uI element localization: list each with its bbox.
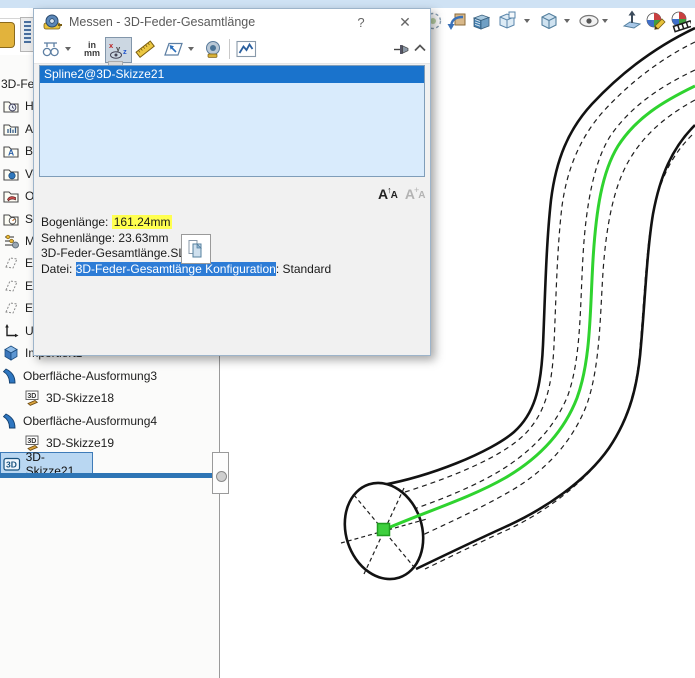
measure-tape-icon: [43, 13, 62, 31]
pin-icon: [393, 43, 410, 56]
material-icon: [3, 233, 19, 249]
units-precision-button[interactable]: inmm: [80, 37, 104, 61]
svg-text:z: z: [123, 47, 127, 56]
caliper-icon: [40, 39, 62, 59]
surface-loft-icon: [3, 413, 17, 429]
projected-on-button[interactable]: [162, 37, 186, 61]
solid-bodies-folder-icon: [3, 166, 19, 182]
font-size-buttons: A↑A A+A: [378, 186, 425, 201]
copy-icon: [187, 239, 205, 259]
history-folder-icon: [3, 98, 19, 114]
close-button[interactable]: ✕: [396, 13, 414, 31]
xyz-icon: xyz: [108, 41, 130, 60]
imported-body-icon: [3, 345, 19, 361]
tree-item-surface-loft3[interactable]: Oberfläche-Ausformung3: [3, 367, 157, 384]
projection-plane-icon: [163, 40, 185, 59]
tree-item-3d-sketch21-selected[interactable]: 3D 3D-Skizze21: [0, 452, 93, 475]
sensors-folder-icon: [3, 211, 19, 227]
rollback-handle[interactable]: [216, 471, 227, 482]
create-sensor-button[interactable]: [234, 37, 258, 61]
units-icon: inmm: [84, 41, 100, 57]
measure-toolbar: inmm xyz: [34, 35, 430, 64]
dialog-title: Messen - 3D-Feder-Gesamtlänge: [69, 15, 255, 29]
arc-circle-measurements-button[interactable]: [38, 37, 63, 61]
point-to-point-button[interactable]: [133, 37, 157, 61]
3d-sketch-icon: [25, 390, 40, 406]
selected-config-text[interactable]: 3D-Feder-Gesamtlänge Konfiguration: [76, 262, 276, 276]
measure-selection-list[interactable]: Spline2@3D-Skizze21: [39, 65, 425, 177]
plane-icon: [3, 255, 19, 271]
3d-sketch-icon: [25, 435, 40, 451]
svg-text:A: A: [8, 147, 14, 157]
measured-spline[interactable]: [388, 86, 695, 528]
measure-device-icon: [203, 39, 225, 59]
surface-loft-icon: [3, 368, 17, 384]
svg-text:3D: 3D: [6, 459, 17, 469]
arc-length-line: Bogenlänge: 161.24mm: [41, 215, 331, 231]
arc-length-value[interactable]: 161.24mm: [112, 215, 173, 229]
increase-font-button[interactable]: A↑A: [378, 186, 398, 201]
plane-icon: [3, 300, 19, 316]
tree-item-3d-sketch19[interactable]: 3D-Skizze19: [25, 434, 114, 451]
sensor-chart-icon: [236, 40, 257, 58]
tree-item-3d-sketch18[interactable]: 3D-Skizze18: [25, 389, 114, 406]
3d-box-icon: 3D: [3, 456, 21, 472]
dialog-titlebar[interactable]: Messen - 3D-Feder-Gesamtlänge: [34, 9, 430, 35]
measurement-history-button[interactable]: [202, 37, 226, 61]
collapse-button[interactable]: [412, 41, 428, 57]
ruler-icon: [135, 39, 156, 59]
pin-button[interactable]: [392, 40, 410, 58]
chord-length-value: 23.63mm: [118, 231, 168, 245]
selected-entity[interactable]: Spline2@3D-Skizze21: [40, 66, 424, 83]
copy-results-button[interactable]: [181, 234, 211, 264]
decrease-font-button[interactable]: A+A: [405, 186, 426, 201]
help-button[interactable]: ?: [352, 13, 370, 31]
rollback-bar[interactable]: [0, 473, 213, 478]
tree-item-surface-loft4[interactable]: Oberfläche-Ausformung4: [3, 412, 157, 429]
projected-on-dropdown[interactable]: [188, 47, 194, 51]
spline-endpoint-marker[interactable]: [378, 524, 390, 536]
arc-measure-dropdown[interactable]: [65, 47, 71, 51]
chevron-up-icon: [412, 41, 428, 55]
origin-axes-icon: [3, 323, 19, 339]
measure-dialog: Messen - 3D-Feder-Gesamtlänge ? ✕ inmm x…: [33, 8, 431, 356]
plane-icon: [3, 278, 19, 294]
svg-text:x: x: [109, 41, 114, 50]
show-xyz-measurements-button[interactable]: xyz: [105, 37, 132, 63]
surface-bodies-folder-icon: [3, 188, 19, 204]
notes-folder-icon: [3, 121, 19, 137]
letter-a-folder-icon: A: [3, 143, 19, 159]
toolbar-separator: [229, 39, 230, 59]
